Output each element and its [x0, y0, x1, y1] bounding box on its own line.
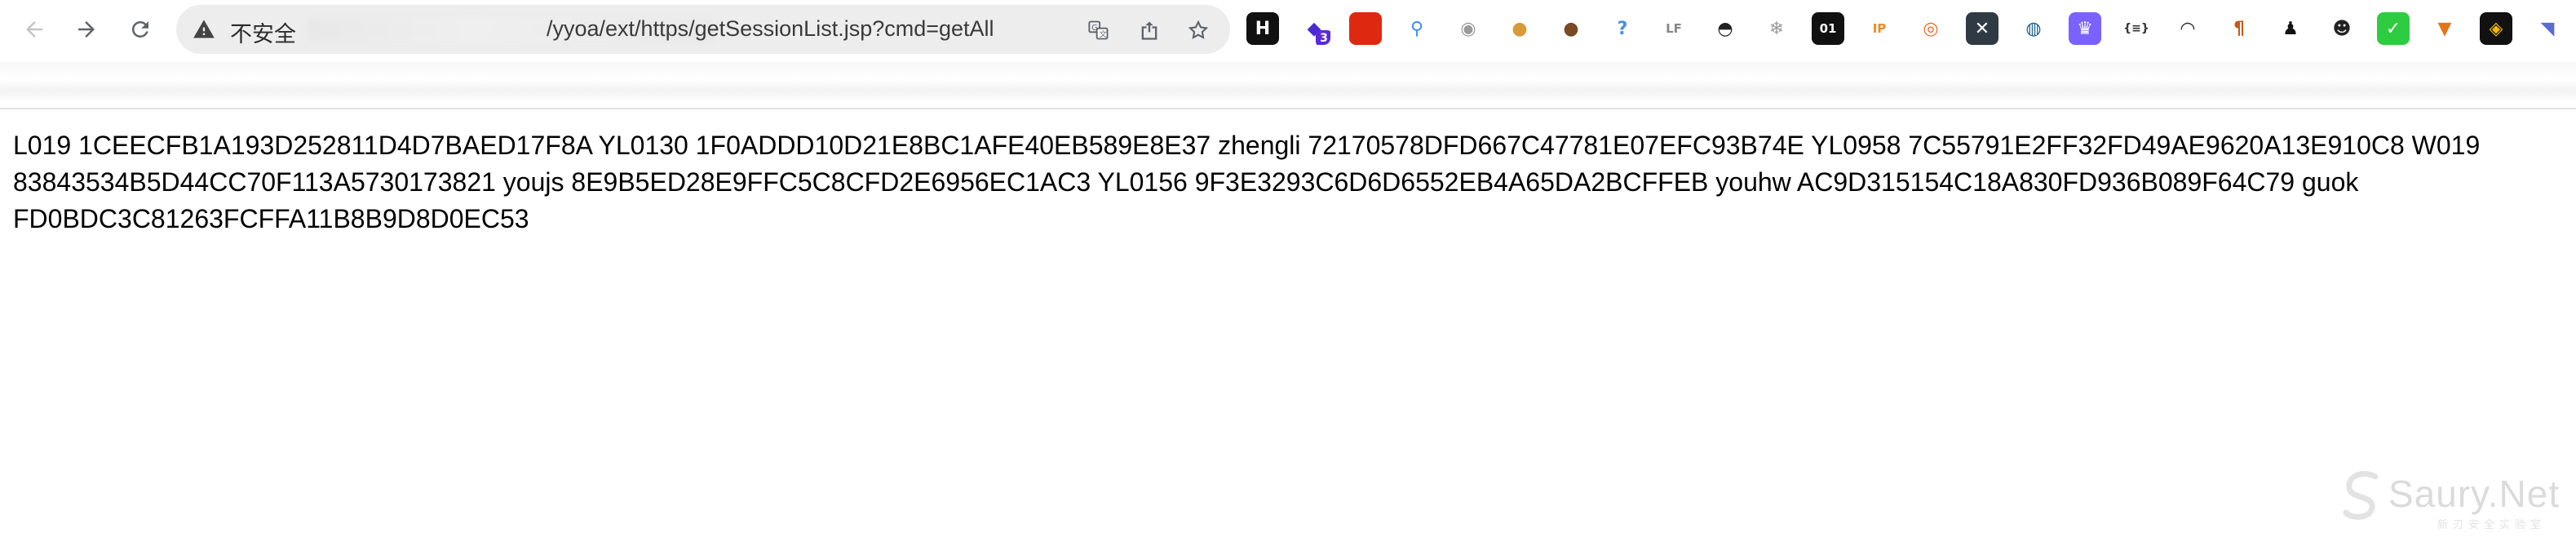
- address-bar[interactable]: 不安全 /yyoa/ext/https/getSessionList.jsp?c…: [176, 5, 1230, 54]
- globe-icon-glyph: ◍: [2025, 18, 2042, 39]
- translate-icon: G文: [1088, 20, 1109, 40]
- pilcrow-icon-glyph: ¶: [2233, 18, 2245, 39]
- share-icon: [1141, 21, 1157, 40]
- star-icon: [1188, 20, 1209, 39]
- check-icon-glyph: ✓: [2385, 18, 2401, 39]
- x-icon-glyph: ✕: [1974, 18, 1990, 39]
- pin-icon[interactable]: ⚲: [1401, 12, 1433, 45]
- forward-arrow-icon: [78, 21, 95, 38]
- watermark-subtitle: 新刃安全实验室: [2437, 519, 2547, 531]
- session-list-text: L019 1CEECFB1A193D252811D4D7BAED17F8A YL…: [13, 131, 2481, 233]
- reload-button[interactable]: [122, 11, 158, 47]
- ip-icon[interactable]: IP: [1863, 12, 1896, 45]
- extension-badge: 3: [1316, 30, 1330, 45]
- x-icon[interactable]: ✕: [1966, 12, 1998, 45]
- h-icon-glyph: H: [1255, 18, 1271, 39]
- puzzle-icon-glyph: ◥: [2540, 18, 2555, 39]
- binance-icon-glyph: ◈: [2489, 18, 2503, 39]
- binary-icon[interactable]: 01: [1812, 12, 1844, 45]
- url-text[interactable]: /yyoa/ext/https/getSessionList.jsp?cmd=g…: [547, 16, 994, 42]
- hacker-icon[interactable]: ♟: [2274, 12, 2307, 45]
- watermark: Saury.Net 新刃安全实验室: [2339, 460, 2560, 534]
- panda-icon[interactable]: ☻: [2326, 12, 2358, 45]
- question-icon[interactable]: ?: [1606, 12, 1639, 45]
- security-label[interactable]: 不安全: [230, 16, 296, 48]
- cookie-icon-glyph: ●: [1512, 18, 1528, 39]
- crown-icon-glyph: ♛: [2077, 18, 2093, 39]
- question-icon-glyph: ?: [1617, 18, 1628, 39]
- stack-icon[interactable]: ◆ 3: [1298, 12, 1330, 45]
- cookie-icon[interactable]: ●: [1503, 12, 1536, 45]
- hat-icon[interactable]: ◠: [2171, 12, 2204, 45]
- ip-icon-glyph: IP: [1872, 21, 1887, 36]
- check-icon[interactable]: ✓: [2377, 12, 2410, 45]
- lf-icon-glyph: LF: [1666, 21, 1682, 36]
- hat-icon-glyph: ◠: [2180, 18, 2195, 39]
- binary-icon-glyph: 01: [1819, 21, 1837, 36]
- circle-icon[interactable]: ◉: [1452, 12, 1485, 45]
- share-button[interactable]: [1134, 15, 1165, 46]
- h-icon[interactable]: H: [1246, 12, 1279, 45]
- hacker-icon-glyph: ♟: [2282, 18, 2299, 39]
- pilcrow-icon[interactable]: ¶: [2223, 12, 2255, 45]
- fox-icon-glyph: ▼: [2437, 18, 2452, 39]
- toolbar-divider: [0, 62, 2576, 103]
- puzzle-icon[interactable]: ◥: [2531, 12, 2564, 45]
- back-arrow-icon: [26, 21, 42, 38]
- browser-toolbar: 不安全 /yyoa/ext/https/getSessionList.jsp?c…: [0, 0, 2576, 109]
- json-icon-glyph: {≡}: [2123, 22, 2149, 35]
- svg-text:G: G: [1091, 24, 1097, 33]
- watermark-text: Saury.Net: [2388, 473, 2561, 515]
- translate-button[interactable]: G文: [1083, 15, 1114, 46]
- warning-triangle-icon[interactable]: [193, 18, 215, 41]
- lifebuoy-icon[interactable]: ◎: [1914, 12, 1947, 45]
- mask-icon-glyph: ◓: [1717, 18, 1733, 39]
- cookie-editor-icon[interactable]: ●: [1555, 12, 1587, 45]
- watermark-logo-icon: [2343, 471, 2379, 520]
- forward-button[interactable]: [69, 11, 104, 47]
- pin-icon-glyph: ⚲: [1410, 18, 1424, 39]
- snowflake-icon[interactable]: ❄: [1760, 12, 1793, 45]
- mask-icon[interactable]: ◓: [1709, 12, 1742, 45]
- binance-icon[interactable]: ◈: [2480, 12, 2512, 45]
- reload-icon: [131, 20, 148, 38]
- svg-text:文: 文: [1100, 29, 1107, 39]
- lifebuoy-icon-glyph: ◎: [1923, 18, 1939, 39]
- china-flag-icon[interactable]: [1349, 12, 1382, 45]
- snowflake-icon-glyph: ❄: [1768, 18, 1785, 39]
- lf-icon[interactable]: LF: [1658, 12, 1690, 45]
- fox-icon[interactable]: ▼: [2428, 12, 2461, 45]
- back-button[interactable]: [16, 11, 52, 47]
- globe-icon[interactable]: ◍: [2017, 12, 2050, 45]
- circle-icon-glyph: ◉: [1460, 18, 1476, 39]
- panda-icon-glyph: ☻: [2332, 18, 2352, 39]
- crown-icon[interactable]: ♛: [2069, 12, 2101, 45]
- extensions-toolbar: H ◆ 3 ⚲ ◉ ● ●? LF ◓ ❄ 01 IP ◎ ✕ ◍ ♛ {≡} ◠ ¶ ♟ ☻ ✓ ▼ ◈ ◥: [1246, 10, 2576, 47]
- cookie-editor-icon-glyph: ●: [1563, 18, 1579, 39]
- json-icon[interactable]: {≡}: [2120, 12, 2153, 45]
- bookmark-button[interactable]: [1183, 15, 1214, 46]
